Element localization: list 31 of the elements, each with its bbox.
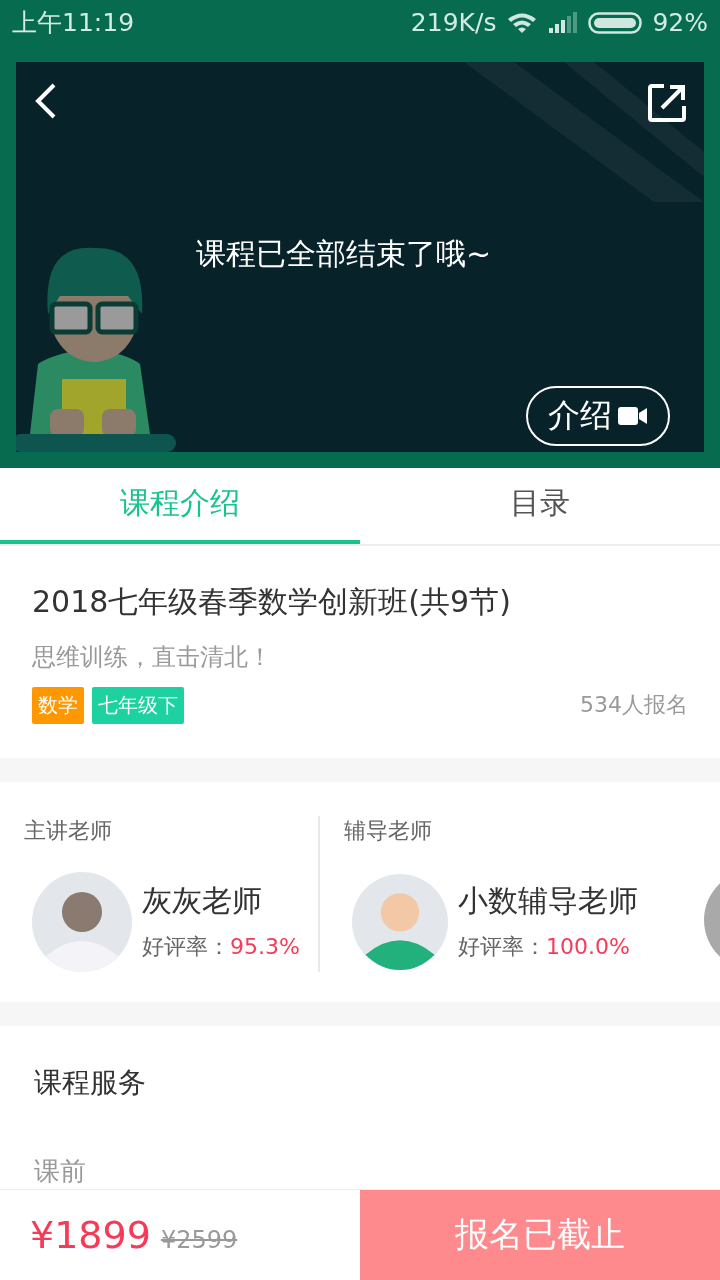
signal-icon [548, 11, 579, 34]
rating-label: 好评率： [142, 934, 230, 960]
original-price: ¥2599 [160, 1225, 238, 1254]
avatar[interactable] [32, 871, 132, 972]
video-player[interactable]: 课程已全部结束了哦~ 介绍 [16, 61, 704, 452]
subject-tag: 七年级下 [92, 686, 184, 724]
services-title: 课程服务 [34, 1064, 147, 1101]
course-title: 2018七年级春季数学创新班(共9节) [32, 582, 512, 621]
teacher-role: 主讲老师 [24, 816, 113, 845]
wifi-icon [506, 11, 539, 34]
teacher-name: 小数辅导老师 [458, 882, 638, 921]
rating-label: 好评率： [458, 934, 546, 960]
share-icon[interactable] [646, 81, 688, 124]
battery-icon [588, 10, 643, 35]
video-camera-icon [618, 405, 648, 426]
avatar[interactable] [352, 871, 448, 972]
price: ¥1899 [30, 1212, 151, 1257]
services-section: 课前 [34, 1153, 686, 1189]
enrolled-count: 534人报名 [580, 691, 688, 720]
rating-value: 95.3% [230, 934, 300, 960]
course-ended-message: 课程已全部结束了哦~ [196, 234, 492, 273]
tab[interactable]: 目录 [360, 467, 720, 544]
intro-button[interactable]: 介绍 [526, 385, 670, 446]
network-speed: 219K/s [410, 8, 497, 38]
teacher-name: 灰灰老师 [142, 882, 263, 921]
rating-value: 100.0% [546, 934, 630, 960]
status-time: 上午11:19 [12, 7, 135, 40]
subject-tag: 数学 [32, 686, 84, 724]
battery-level: 92% [652, 8, 708, 38]
teacher-role: 辅导老师 [344, 816, 433, 845]
course-subtitle: 思维训练，直击清北！ [32, 641, 273, 673]
